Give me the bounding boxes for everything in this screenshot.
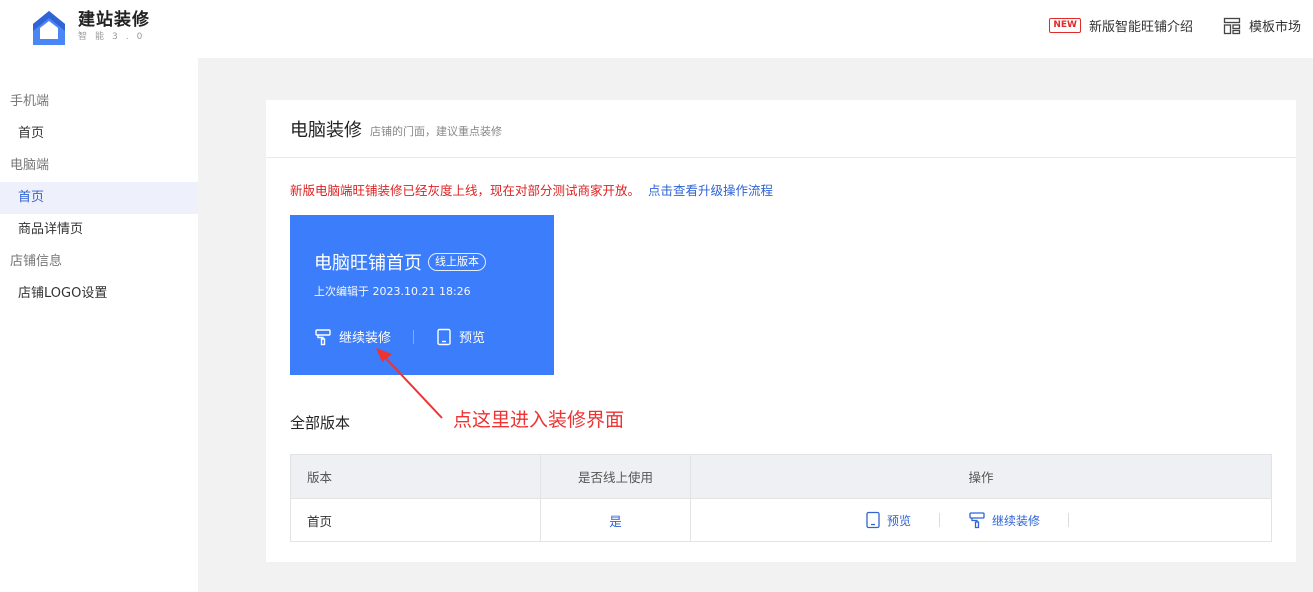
upgrade-notice: 新版电脑端旺铺装修已经灰度上线，现在对部分测试商家开放。 点击查看升级操作流程 [290, 180, 773, 199]
sidebar-item-logo-settings[interactable]: 店铺LOGO设置 [0, 278, 198, 310]
last-edited-time: 上次编辑于 2023.10.21 18:26 [314, 285, 471, 298]
sidebar-item-pc-home[interactable]: 首页 [0, 182, 198, 214]
action-divider [939, 513, 940, 527]
house-logo-icon [33, 11, 65, 45]
sidebar-group-shop-info: 店铺信息 [10, 254, 63, 269]
tablet-icon [866, 511, 880, 529]
content-card: 电脑装修 店铺的门面，建议重点装修 新版电脑端旺铺装修已经灰度上线，现在对部分测… [266, 100, 1296, 562]
paint-brush-icon [969, 512, 985, 529]
versions-table: 版本 是否线上使用 操作 首页 是 预览 继续装修 [290, 454, 1272, 542]
preview-label: 预览 [459, 331, 486, 346]
cell-version-name: 首页 [291, 499, 541, 541]
cell-online-status[interactable]: 是 [609, 511, 622, 530]
all-versions-title: 全部版本 [290, 414, 351, 432]
template-market-label: 模板市场 [1248, 20, 1301, 35]
notice-text: 新版电脑端旺铺装修已经灰度上线，现在对部分测试商家开放。 [290, 183, 641, 198]
online-version-tag: 线上版本 [428, 253, 486, 271]
row-preview-label: 预览 [886, 513, 911, 528]
card-header: 电脑装修 店铺的门面，建议重点装修 [266, 100, 1296, 158]
brand-subtitle: 智能3.0 [78, 32, 151, 42]
paint-brush-icon [315, 328, 331, 345]
upgrade-guide-link[interactable]: 点击查看升级操作流程 [648, 183, 773, 198]
action-divider [1068, 513, 1070, 527]
template-market-link[interactable]: 模板市场 [1223, 16, 1301, 35]
row-continue-label: 继续装修 [992, 513, 1041, 528]
sidebar-item-mobile-home[interactable]: 首页 [0, 118, 198, 150]
brand-title: 建站装修 [78, 10, 150, 30]
new-badge: NEW [1049, 18, 1081, 33]
header-actions: 操作 [968, 470, 994, 485]
table-header-row: 版本 是否线上使用 操作 [291, 455, 1271, 498]
annotation-text: 点这里进入装修界面 [453, 409, 625, 431]
sidebar-group-pc: 电脑端 [10, 158, 50, 173]
header-version: 版本 [291, 455, 541, 498]
table-row: 首页 是 预览 继续装修 [291, 498, 1271, 541]
new-intro-label: 新版智能旺铺介绍 [1088, 20, 1193, 35]
sidebar: 手机端 首页 电脑端 首页 商品详情页 店铺信息 店铺LOGO设置 [0, 58, 198, 592]
home-card-title: 电脑旺铺首页 [314, 253, 422, 274]
template-grid-icon [1223, 17, 1241, 34]
row-preview-button[interactable]: 预览 [865, 511, 911, 529]
header-online: 是否线上使用 [541, 455, 691, 498]
sidebar-group-mobile: 手机端 [10, 94, 50, 109]
new-intro-link[interactable]: NEW 新版智能旺铺介绍 [1049, 16, 1193, 35]
brand-logo[interactable]: 建站装修 智能3.0 [30, 9, 150, 47]
top-links: NEW 新版智能旺铺介绍 模板市场 [1049, 16, 1301, 35]
sidebar-item-product-detail[interactable]: 商品详情页 [0, 214, 198, 246]
page-title: 电脑装修 [290, 119, 362, 141]
row-continue-decorate-button[interactable]: 继续装修 [968, 511, 1040, 529]
page-subtitle: 店铺的门面，建议重点装修 [370, 125, 502, 138]
main-area: 电脑装修 店铺的门面，建议重点装修 新版电脑端旺铺装修已经灰度上线，现在对部分测… [198, 58, 1313, 592]
red-arrow-annotation [376, 348, 443, 419]
top-header: 建站装修 智能3.0 NEW 新版智能旺铺介绍 模板市场 [0, 0, 1313, 58]
